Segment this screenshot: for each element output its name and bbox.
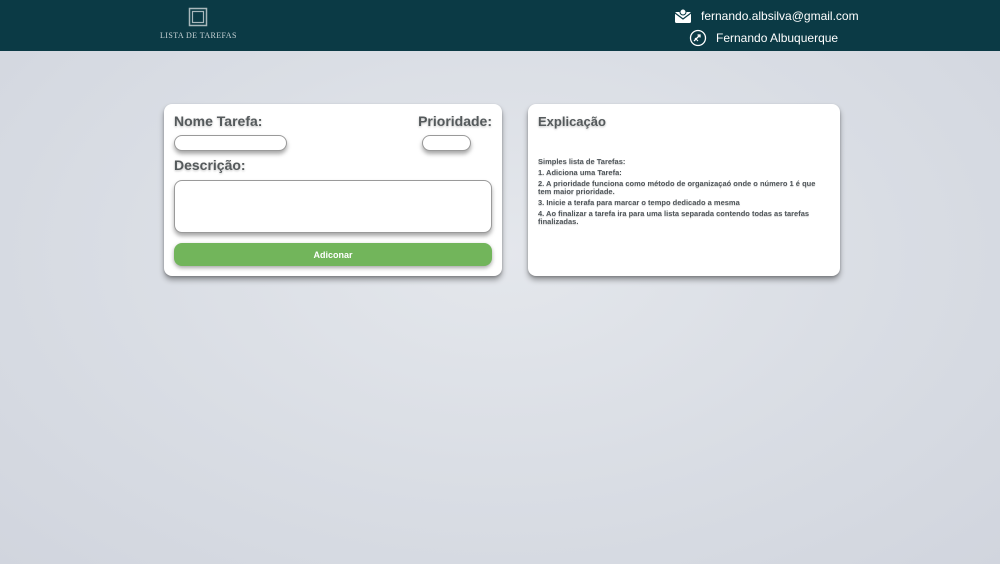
explanation-card: Explicação Simples lista de Tarefas: 1. …: [528, 104, 840, 276]
task-name-label: Nome Tarefa:: [174, 113, 263, 129]
user-name-row: Fernando Albuquerque: [689, 29, 838, 47]
add-task-button[interactable]: Adiconar: [174, 243, 492, 266]
logo-text: LISTA DE TAREFAS: [160, 31, 237, 40]
user-email[interactable]: fernando.albsilva@gmail.com: [701, 9, 859, 23]
explanation-line: 1. Adiciona uma Tarefa:: [538, 168, 622, 177]
explanation-line: Simples lista de Tarefas:: [538, 157, 626, 166]
envelope-person-icon: [674, 8, 692, 23]
priority-label: Prioridade:: [418, 113, 492, 129]
task-name-input[interactable]: [174, 135, 287, 151]
task-form-card: Nome Tarefa: Prioridade: Descrição: Adic…: [164, 104, 502, 276]
explanation-line: 3. Inicie a terafa para marcar o tempo d…: [538, 198, 740, 207]
description-label: Descrição:: [174, 157, 246, 173]
top-bar: LISTA DE TAREFAS fernando.albsilva@gmail…: [0, 0, 1000, 51]
user-email-row: fernando.albsilva@gmail.com: [674, 8, 859, 24]
user-name[interactable]: Fernando Albuquerque: [716, 31, 838, 45]
stacked-squares-icon: [188, 7, 208, 27]
explanation-line: 2. A prioridade funciona como método de …: [538, 179, 816, 196]
explanation-body: Simples lista de Tarefas: 1. Adiciona um…: [538, 158, 830, 229]
app-logo[interactable]: LISTA DE TAREFAS: [160, 7, 236, 43]
description-textarea[interactable]: [174, 180, 492, 233]
explanation-line: 4. Ao finalizar a tarefa ira para uma li…: [538, 209, 810, 226]
priority-input[interactable]: [422, 135, 471, 151]
explanation-title: Explicação: [538, 114, 606, 129]
rocket-globe-icon: [689, 29, 707, 47]
